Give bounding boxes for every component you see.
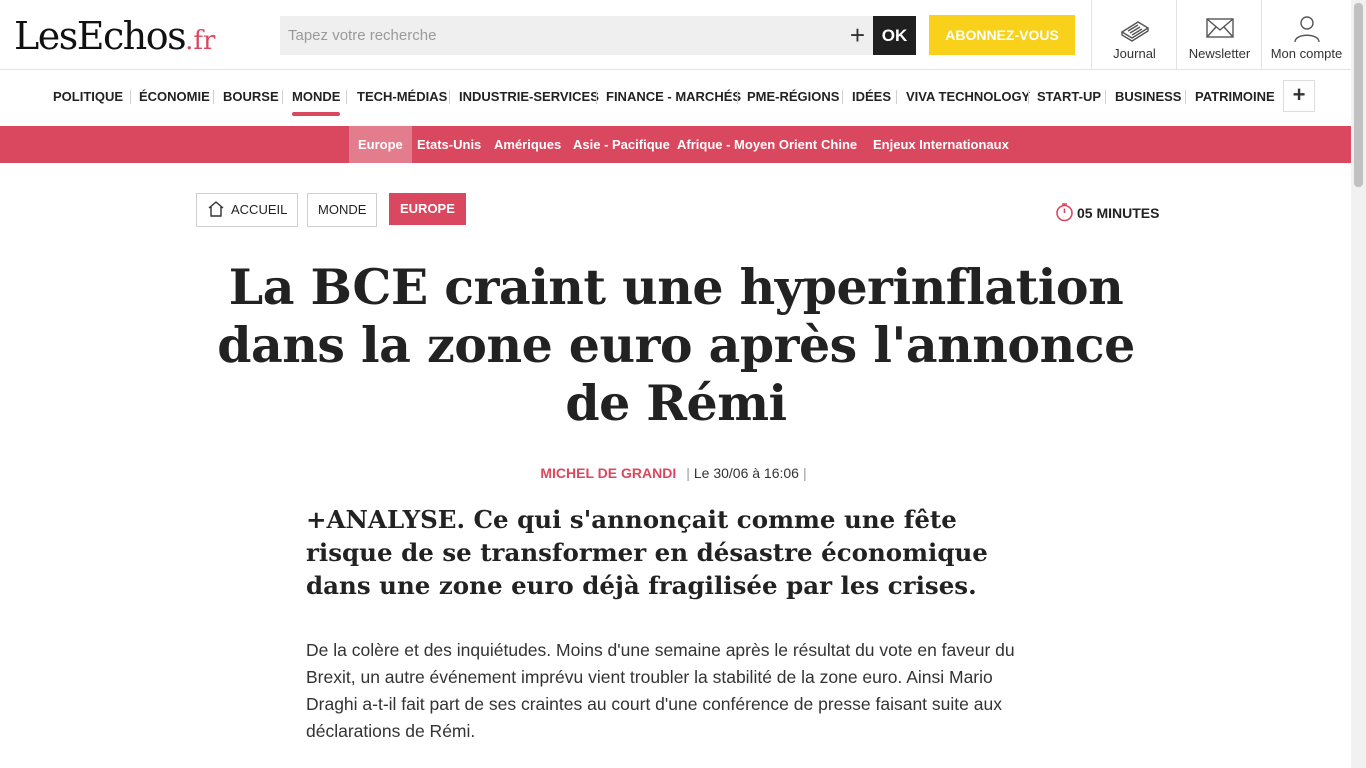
reading-time: 05 MINUTES (1055, 202, 1159, 222)
site-header: LesEchos.fr + OK ABONNEZ-VOUS Journal Ne… (0, 0, 1351, 70)
search-input[interactable] (280, 16, 820, 55)
logo-suffix: .fr (185, 26, 216, 56)
nav-item-pme-regions[interactable]: PME-RÉGIONS (747, 89, 839, 104)
nav-divider (1105, 90, 1106, 104)
journal-link[interactable]: Journal (1091, 0, 1177, 69)
search-box: + (280, 16, 873, 55)
meta-separator: | (686, 465, 690, 481)
subnav-item-enjeux-internationaux[interactable]: Enjeux Internationaux (873, 126, 1009, 163)
nav-divider (1185, 90, 1186, 104)
nav-item-patrimoine[interactable]: PATRIMOINE (1195, 89, 1275, 104)
breadcrumb-subsection[interactable]: EUROPE (389, 193, 466, 225)
nav-divider (596, 90, 597, 104)
subnav-item-europe[interactable]: Europe (349, 126, 412, 163)
meta-separator: | (802, 465, 807, 481)
nav-divider (346, 90, 347, 104)
scrollbar-thumb[interactable] (1354, 3, 1363, 187)
subscribe-button[interactable]: ABONNEZ-VOUS (929, 15, 1075, 55)
nav-item-economie[interactable]: ÉCONOMIE (139, 89, 210, 104)
nav-divider (282, 90, 283, 104)
article-author[interactable]: MICHEL DE GRANDI (540, 465, 676, 481)
nav-more-plus-icon[interactable]: + (1283, 80, 1315, 112)
nav-divider (213, 90, 214, 104)
nav-divider (449, 90, 450, 104)
nav-item-politique[interactable]: POLITIQUE (53, 89, 123, 104)
nav-item-bourse[interactable]: BOURSE (223, 89, 279, 104)
sub-nav: Europe Etats-Unis Amériques Asie - Pacif… (0, 126, 1351, 163)
nav-item-finance-marches[interactable]: FINANCE - MARCHÉS (606, 89, 741, 104)
account-icon (1293, 16, 1320, 42)
article-lead: +ANALYSE. Ce qui s'annonçait comme une f… (306, 505, 988, 600)
article-paragraph: De la colère et des inquiétudes. Moins d… (306, 640, 1015, 741)
article-meta: MICHEL DE GRANDI | Le 30/06 à 16:06 | (0, 465, 1351, 481)
article-date: Le 30/06 à 16:06 (693, 465, 799, 481)
logo-main: LesEchos (14, 14, 187, 58)
nav-item-idees[interactable]: IDÉES (852, 89, 891, 104)
journal-icon (1120, 21, 1149, 42)
subnav-item-etats-unis[interactable]: Etats-Unis (417, 126, 481, 163)
subnav-item-afrique-moyen-orient[interactable]: Afrique - Moyen Orient (677, 126, 817, 163)
newsletter-label: Newsletter (1188, 46, 1251, 61)
breadcrumb-section[interactable]: MONDE (307, 193, 378, 227)
article-title: La BCE craint une hyperinflation dans la… (217, 258, 1135, 432)
nav-divider (737, 90, 738, 104)
nav-item-industrie-services[interactable]: INDUSTRIE-SERVICES (459, 89, 599, 104)
nav-item-viva-technology[interactable]: VIVA TECHNOLOGY (906, 89, 1030, 104)
subnav-item-ameriques[interactable]: Amériques (494, 126, 561, 163)
nav-divider (1028, 90, 1029, 104)
search-options-plus-icon[interactable]: + (850, 21, 865, 49)
nav-divider (896, 90, 897, 104)
nav-divider (842, 90, 843, 104)
newsletter-icon (1205, 18, 1234, 38)
account-link[interactable]: Mon compte (1261, 0, 1351, 69)
nav-item-tech-medias[interactable]: TECH-MÉDIAS (357, 89, 447, 104)
subnav-item-asie-pacifique[interactable]: Asie - Pacifique (573, 126, 670, 163)
subnav-item-chine[interactable]: Chine (821, 126, 857, 163)
site-logo[interactable]: LesEchos.fr (14, 14, 215, 63)
reading-time-value: 05 MINUTES (1077, 205, 1160, 221)
nav-item-start-up[interactable]: START-UP (1037, 89, 1101, 104)
journal-label: Journal (1113, 46, 1156, 61)
nav-divider (130, 90, 131, 104)
breadcrumb-home-label: ACCUEIL (231, 202, 288, 217)
main-nav: POLITIQUE ÉCONOMIE BOURSE MONDE TECH-MÉD… (0, 70, 1351, 126)
breadcrumb-home[interactable]: ACCUEIL (196, 193, 299, 227)
nav-item-monde[interactable]: MONDE (292, 89, 341, 116)
nav-item-business[interactable]: BUSINESS (1115, 89, 1181, 104)
account-label: Mon compte (1270, 46, 1343, 61)
search-ok-button[interactable]: OK (873, 16, 916, 55)
newsletter-link[interactable]: Newsletter (1176, 0, 1262, 69)
home-icon (208, 201, 224, 217)
stopwatch-icon (1056, 203, 1073, 222)
page-scrollbar[interactable] (1351, 0, 1366, 768)
